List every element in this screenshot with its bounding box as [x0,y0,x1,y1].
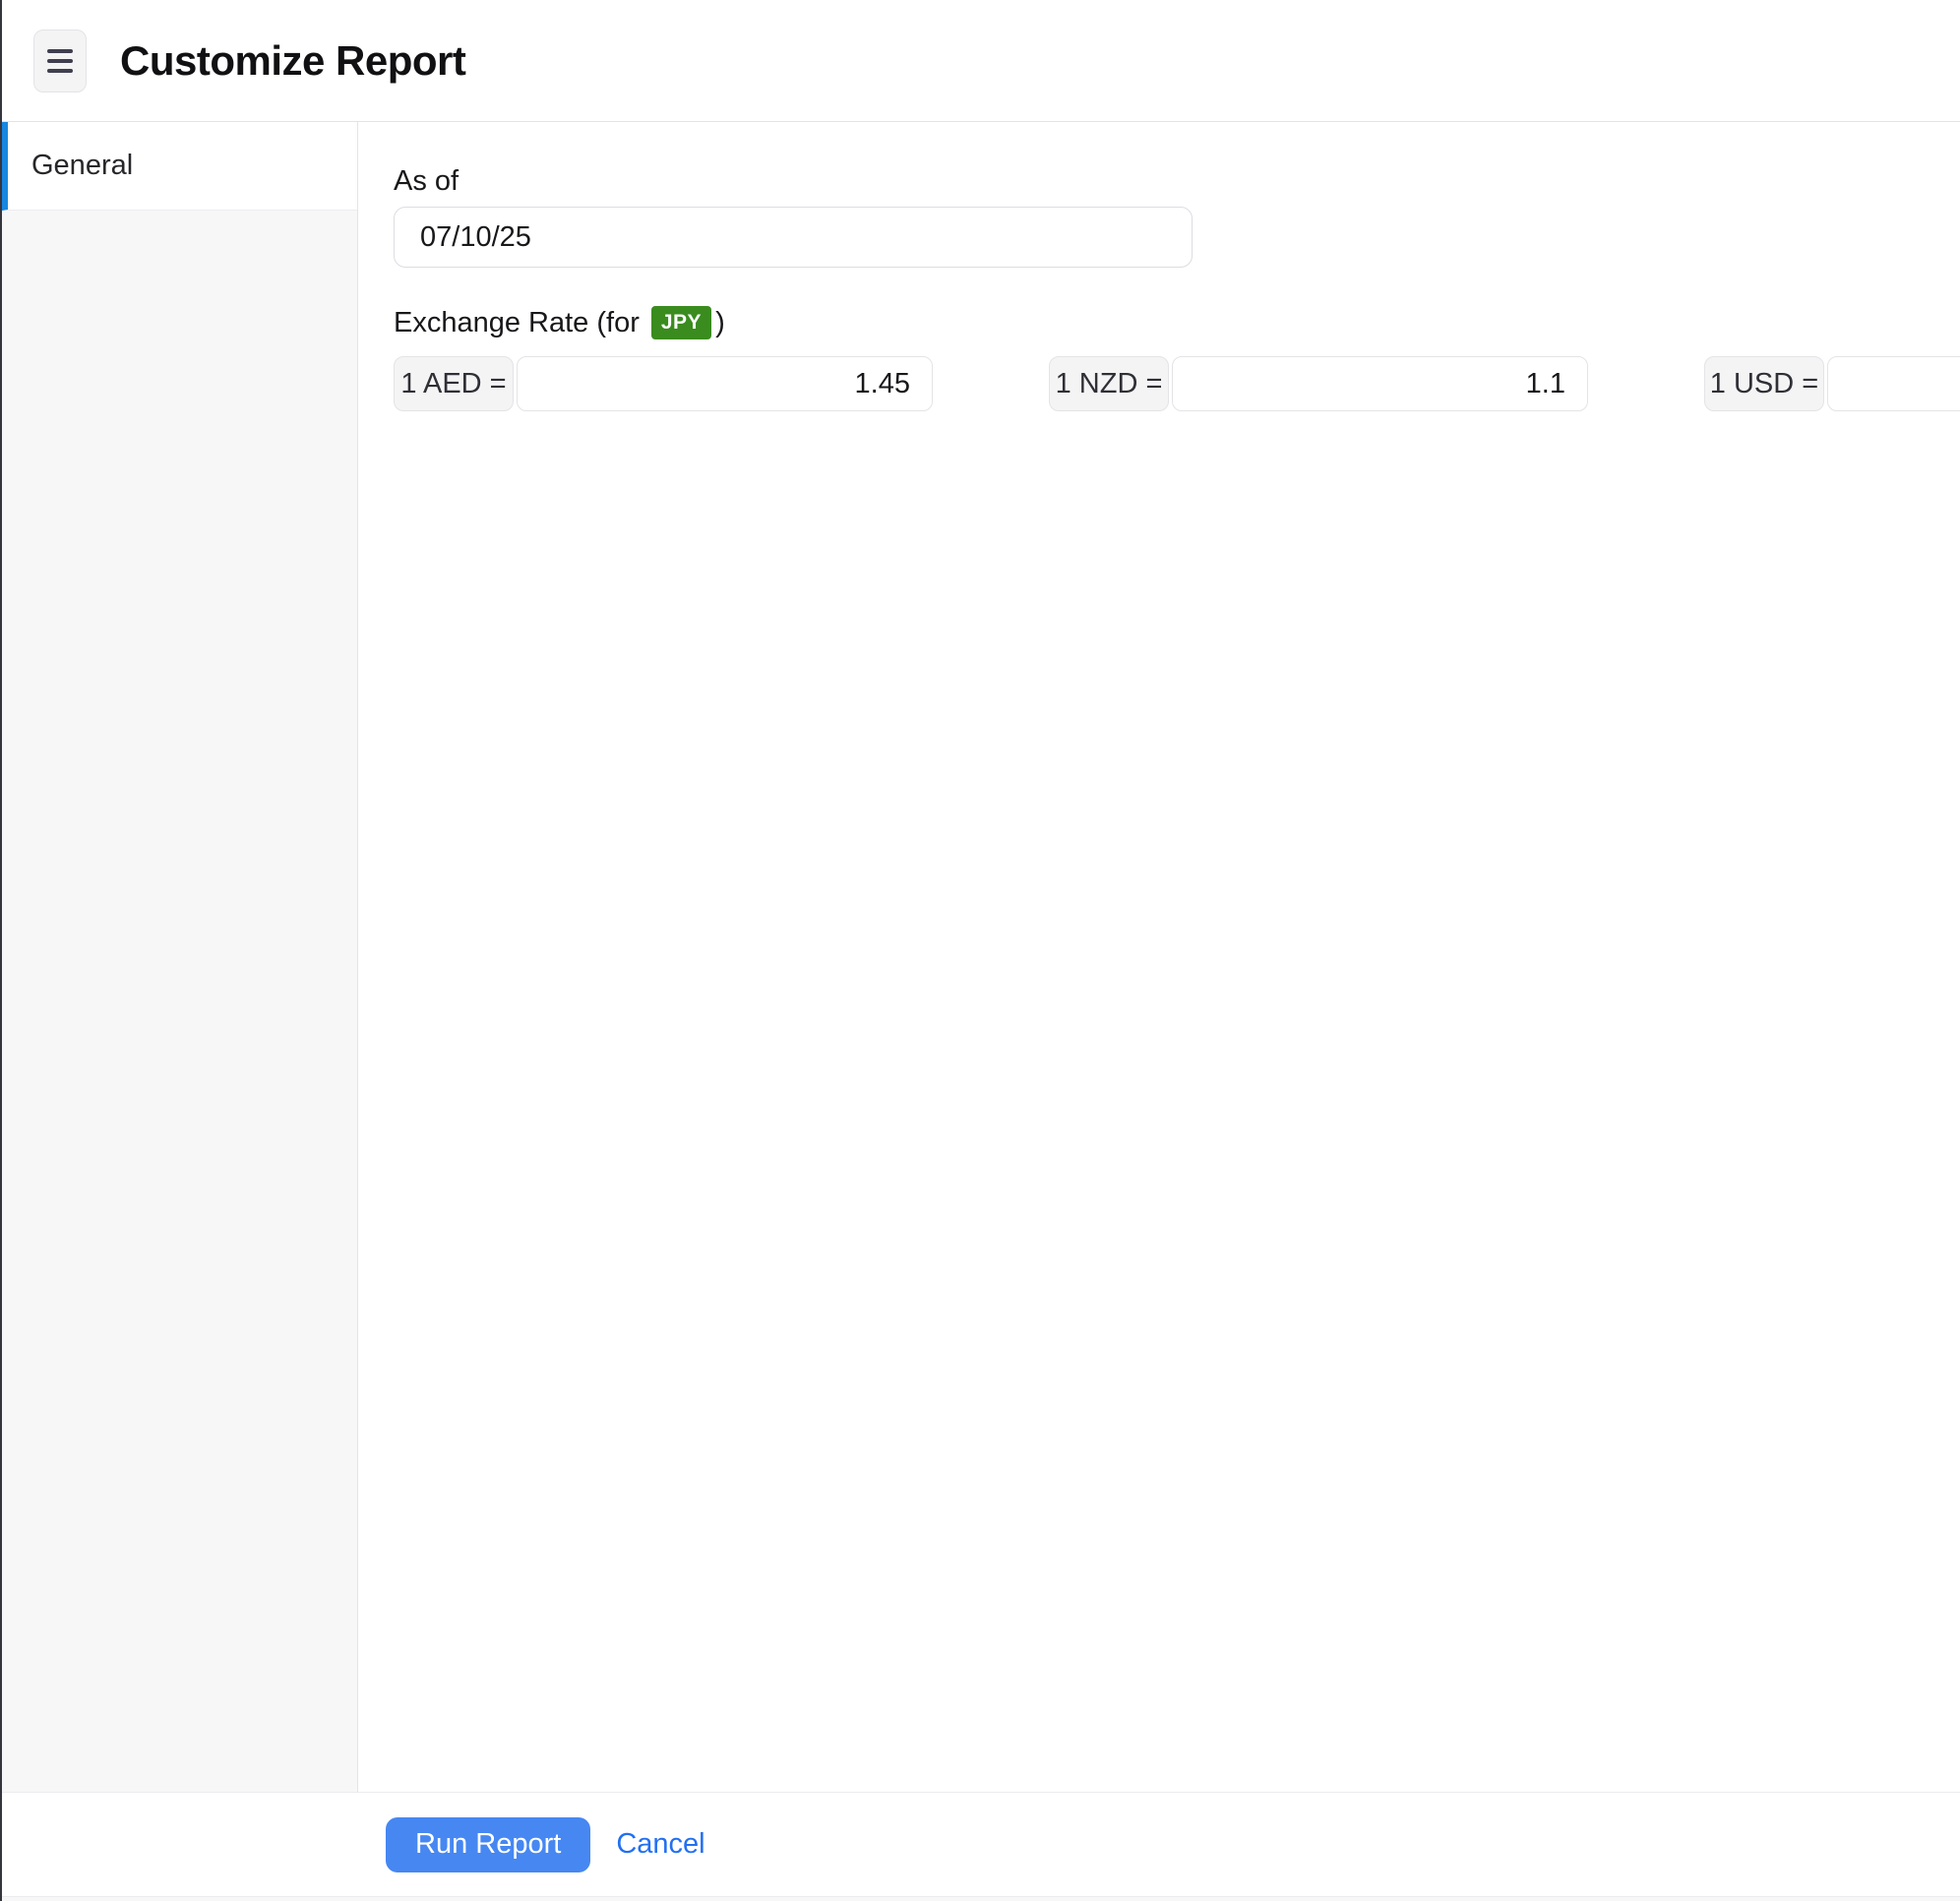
exchange-rates-row: 1 AED = 1 NZD = 1 USD = [394,356,1960,411]
bottom-edge-strip [2,1896,1960,1901]
sidebar-item-label: General [31,150,133,182]
customize-report-window: Customize Report General As of Exchange … [0,0,1960,1901]
rate-group-nzd: 1 NZD = [1049,356,1588,411]
as-of-label: As of [394,161,1960,201]
rate-input-aed[interactable] [517,356,933,411]
sidebar: General [2,122,358,1792]
rate-prefix-aed: 1 AED = [394,356,514,411]
exchange-rate-label: Exchange Rate (for JPY ) [394,303,1960,342]
header: Customize Report [2,0,1960,122]
rate-prefix-usd: 1 USD = [1704,356,1824,411]
run-report-button[interactable]: Run Report [386,1817,590,1872]
as-of-date-input[interactable] [394,207,1193,268]
currency-badge: JPY [651,306,711,339]
body: General As of Exchange Rate (for JPY ) 1… [2,122,1960,1792]
sidebar-item-general[interactable]: General [2,122,357,211]
rate-input-usd[interactable] [1827,356,1960,411]
footer: Run Report Cancel [2,1792,1960,1896]
cancel-button[interactable]: Cancel [616,1828,704,1861]
exchange-rate-label-prefix: Exchange Rate (for [394,303,640,342]
page-title: Customize Report [120,37,465,85]
main-panel: As of Exchange Rate (for JPY ) 1 AED = 1… [358,122,1960,1792]
rate-input-nzd[interactable] [1172,356,1588,411]
rate-group-aed: 1 AED = [394,356,933,411]
rate-group-usd: 1 USD = [1704,356,1960,411]
exchange-rate-label-suffix: ) [715,303,725,342]
rate-prefix-nzd: 1 NZD = [1049,356,1169,411]
menu-button[interactable] [33,30,87,92]
